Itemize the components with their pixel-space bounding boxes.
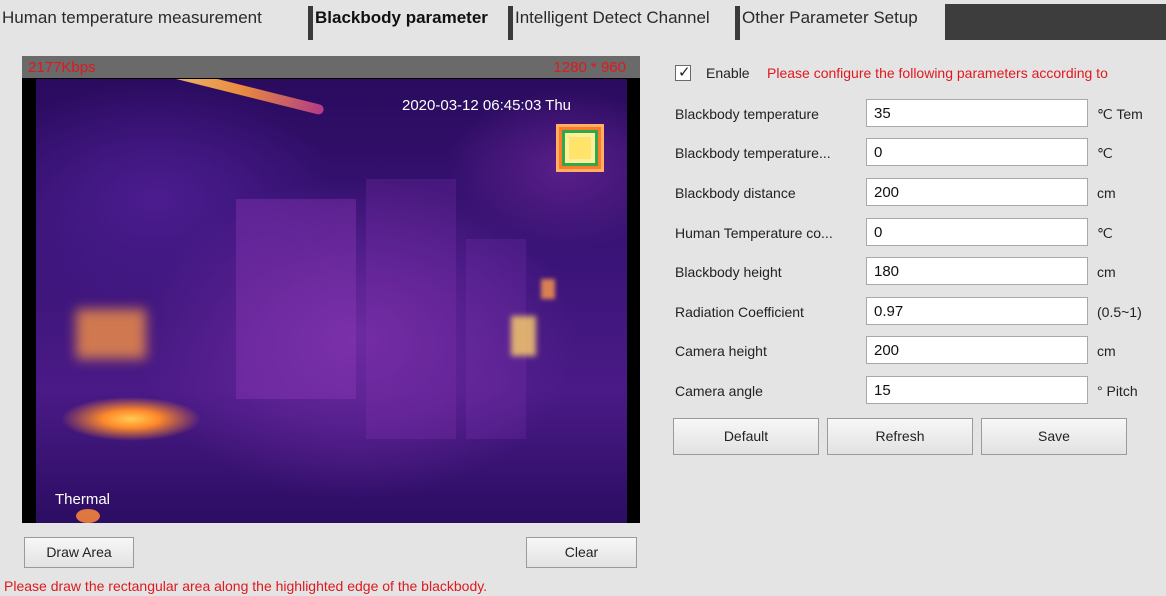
unit-label: cm (1097, 185, 1116, 201)
blackbody-distance-input[interactable] (866, 178, 1088, 206)
unit-label: ℃ Tem (1097, 106, 1143, 122)
tab-other-parameter-setup[interactable]: Other Parameter Setup (740, 4, 945, 40)
scene-shape (236, 199, 356, 399)
heat-spot (76, 509, 100, 523)
tab-intelligent-detect-channel[interactable]: Intelligent Detect Channel (513, 4, 740, 40)
tab-label: Other Parameter Setup (742, 8, 918, 27)
checkmark-icon: ✓ (678, 64, 691, 81)
field-label-blackbody-temperature: Blackbody temperature (675, 106, 819, 122)
tab-blackbody-parameter[interactable]: Blackbody parameter (313, 4, 513, 40)
camera-height-input[interactable] (866, 336, 1088, 364)
bitrate-readout: 2177Kbps (28, 59, 96, 76)
enable-note: Please configure the following parameter… (767, 65, 1108, 81)
video-timestamp: 2020-03-12 06:45:03 Thu (402, 97, 572, 114)
resolution-readout: 1280 * 960 (553, 59, 626, 76)
heat-spot (541, 279, 555, 299)
unit-label: ℃ (1097, 145, 1113, 161)
draw-area-button[interactable]: Draw Area (24, 537, 134, 568)
human-temperature-correction-input[interactable] (866, 218, 1088, 246)
scene-shape (366, 179, 456, 439)
field-label-blackbody-height: Blackbody height (675, 264, 782, 280)
field-label-radiation-coefficient: Radiation Coefficient (675, 304, 804, 320)
refresh-button[interactable]: Refresh (827, 418, 973, 455)
thermal-image[interactable] (36, 79, 627, 523)
tabbar-filler (945, 4, 1166, 40)
radiation-coefficient-input[interactable] (866, 297, 1088, 325)
tab-label: Human temperature measurement (2, 8, 262, 27)
unit-label: ° Pitch (1097, 383, 1138, 399)
tab-label: Blackbody parameter (315, 8, 488, 27)
save-button[interactable]: Save (981, 418, 1127, 455)
blackbody-temperature-input[interactable] (866, 99, 1088, 127)
unit-label: ℃ (1097, 225, 1113, 241)
unit-label: cm (1097, 343, 1116, 359)
tab-human-temperature-measurement[interactable]: Human temperature measurement (0, 4, 313, 40)
blackbody-core (569, 137, 591, 159)
tab-label: Intelligent Detect Channel (515, 8, 710, 27)
enable-label: Enable (706, 65, 750, 81)
unit-label: (0.5~1) (1097, 304, 1142, 320)
heat-spot (511, 316, 536, 356)
field-label-human-temperature-correction: Human Temperature co... (675, 225, 833, 241)
clear-button[interactable]: Clear (526, 537, 637, 568)
blackbody-temperature-2-input[interactable] (866, 138, 1088, 166)
field-label-blackbody-distance: Blackbody distance (675, 185, 796, 201)
heat-spot (76, 309, 146, 359)
draw-hint: Please draw the rectangular area along t… (4, 578, 488, 594)
channel-label: Thermal (55, 491, 111, 508)
default-button[interactable]: Default (673, 418, 819, 455)
enable-checkbox[interactable]: ✓ (675, 64, 691, 81)
thermal-video-view[interactable]: 2177Kbps 1280 * 960 2020-03-12 06:45:03 … (22, 56, 640, 523)
unit-label: cm (1097, 264, 1116, 280)
heat-streak (157, 79, 325, 116)
camera-angle-input[interactable] (866, 376, 1088, 404)
field-label-camera-angle: Camera angle (675, 383, 763, 399)
blackbody-height-input[interactable] (866, 257, 1088, 285)
video-status-bar (22, 56, 640, 78)
field-label-blackbody-temperature-2: Blackbody temperature... (675, 145, 831, 161)
field-label-camera-height: Camera height (675, 343, 767, 359)
